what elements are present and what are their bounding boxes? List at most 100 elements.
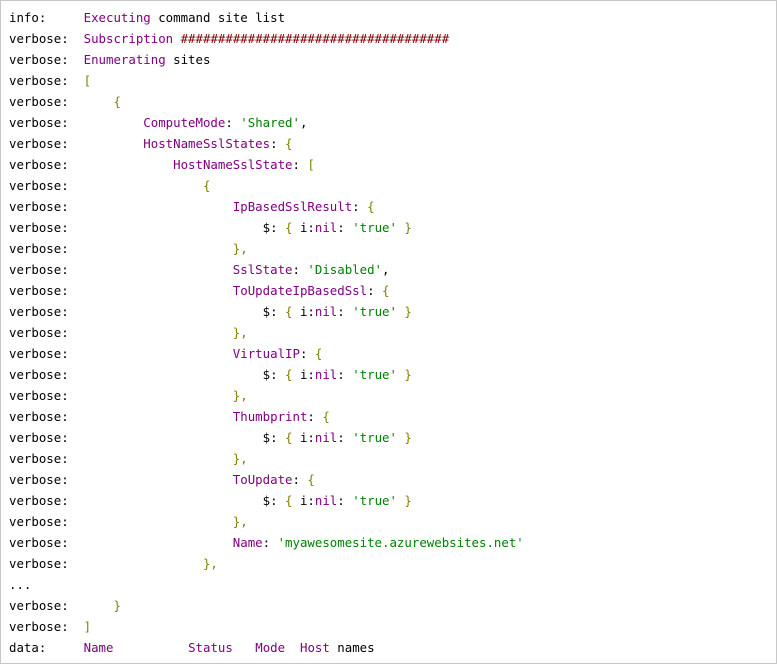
console-token: : (225, 115, 241, 130)
console-token: i: (292, 304, 315, 319)
console-line: verbose: { (9, 175, 210, 196)
log-level-prefix: verbose: (9, 283, 69, 298)
console-token: : (299, 346, 315, 361)
console-token: : (337, 367, 353, 382)
log-level-prefix: verbose: (9, 94, 69, 109)
prefix-padding (69, 73, 84, 88)
console-token: names (329, 640, 375, 655)
console-token: 'true' (352, 430, 397, 445)
console-token: sites (165, 52, 211, 67)
prefix-padding (69, 409, 84, 424)
log-level-prefix: verbose: (9, 346, 69, 361)
console-line: verbose: $: { i:nil: 'true' } (9, 364, 412, 385)
console-token: } (396, 493, 412, 508)
console-token: command site list (150, 10, 286, 25)
console-token: $: (83, 220, 286, 235)
prefix-padding (69, 556, 84, 571)
console-line: verbose: ComputeMode: 'Shared', (9, 112, 307, 133)
log-level-prefix: verbose: (9, 493, 69, 508)
console-token: }, (83, 388, 248, 403)
console-token: ToUpdateIpBasedSsl (83, 283, 368, 298)
console-line: verbose: $: { i:nil: 'true' } (9, 490, 412, 511)
console-token: HostNameSslStates (83, 136, 271, 151)
console-token: { (285, 220, 293, 235)
console-token: i: (292, 367, 315, 382)
console-line: verbose: SslState: 'Disabled', (9, 259, 389, 280)
console-line: verbose: $: { i:nil: 'true' } (9, 427, 412, 448)
prefix-padding (69, 388, 84, 403)
console-line: verbose: HostNameSslState: [ (9, 154, 315, 175)
log-level-prefix: verbose: (9, 304, 69, 319)
prefix-padding (69, 514, 84, 529)
console-token: ComputeMode (83, 115, 226, 130)
console-token: { (285, 493, 293, 508)
console-token: Name (83, 535, 263, 550)
console-line: data: Name Status Mode Host names (9, 637, 375, 658)
console-token: Host (300, 640, 330, 655)
log-level-prefix: verbose: (9, 199, 69, 214)
console-line: verbose: [ (9, 70, 91, 91)
console-token: Enumerating (83, 52, 166, 67)
console-line: verbose: }, (9, 553, 218, 574)
console-token: #################################### (173, 31, 450, 46)
console-token: 'true' (352, 493, 397, 508)
console-token: } (396, 367, 412, 382)
prefix-padding (69, 199, 84, 214)
console-token: : (270, 136, 286, 151)
console-line: verbose: ToUpdate: { (9, 469, 315, 490)
log-level-prefix: verbose: (9, 451, 69, 466)
console-token: nil (314, 304, 338, 319)
console-token: { (285, 304, 293, 319)
console-token: IpBasedSslResult (83, 199, 353, 214)
log-level-prefix: verbose: (9, 115, 69, 130)
console-line: verbose: }, (9, 448, 248, 469)
console-token: ToUpdate (83, 472, 293, 487)
console-token: Status (188, 640, 233, 655)
log-level-prefix: verbose: (9, 367, 69, 382)
console-line: verbose: Thumbprint: { (9, 406, 330, 427)
console-token: $: (83, 430, 286, 445)
console-token: } (396, 430, 412, 445)
console-token: 'true' (352, 304, 397, 319)
console-token: : (292, 157, 308, 172)
console-token: , (382, 262, 390, 277)
prefix-padding (69, 535, 84, 550)
console-line: verbose: $: { i:nil: 'true' } (9, 217, 412, 238)
prefix-padding (69, 241, 84, 256)
prefix-padding (69, 94, 84, 109)
console-line: verbose: ToUpdateIpBasedSsl: { (9, 280, 389, 301)
console-token: nil (314, 367, 338, 382)
log-level-prefix: verbose: (9, 535, 69, 550)
prefix-padding (46, 10, 83, 25)
console-token: }, (83, 514, 248, 529)
prefix-padding (69, 115, 84, 130)
console-token: 'Shared' (240, 115, 300, 130)
prefix-padding (69, 31, 84, 46)
console-token: Subscription (83, 31, 174, 46)
log-level-prefix: verbose: (9, 409, 69, 424)
console-token: $: (83, 367, 286, 382)
console-token: }, (83, 241, 248, 256)
console-token: : (337, 220, 353, 235)
log-level-prefix: verbose: (9, 472, 69, 487)
console-token: : (307, 409, 323, 424)
console-token: } (396, 304, 412, 319)
console-output: info: Executing command site list verbose… (0, 0, 777, 664)
console-token: [ (307, 157, 315, 172)
prefix-padding (69, 493, 84, 508)
console-token: HostNameSslState (83, 157, 293, 172)
console-token: : (352, 199, 368, 214)
console-token: }, (83, 451, 248, 466)
prefix-padding (69, 52, 84, 67)
prefix-padding (69, 283, 84, 298)
log-level-prefix: verbose: (9, 220, 69, 235)
prefix-padding (69, 262, 84, 277)
console-token (233, 640, 255, 655)
log-level-prefix: verbose: (9, 31, 69, 46)
console-token: [ (83, 73, 92, 88)
console-token: $: (83, 304, 286, 319)
prefix-padding (69, 157, 84, 172)
console-line: verbose: }, (9, 385, 248, 406)
console-line: verbose: Subscription ##################… (9, 28, 449, 49)
console-token: { (307, 472, 315, 487)
